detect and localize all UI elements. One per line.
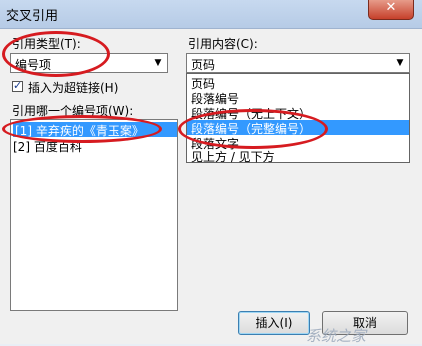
chevron-down-icon: ▼ [396,58,404,68]
checkmark-icon: ✓ [13,79,23,92]
title-bar: 交叉引用 ✕ [0,0,422,29]
close-icon: ✕ [385,0,397,15]
annotation-oval-option [178,109,328,149]
ref-content-combo[interactable]: 页码 ▼ [186,53,410,73]
dropdown-option[interactable]: 段落编号 [187,90,409,106]
chevron-down-icon: ▼ [154,58,162,68]
insert-hyperlink-checkbox[interactable]: ✓ [12,79,23,92]
dialog-body: 引用类型(T): 编号项 ▼ ✓ 插入为超链接(H) 引用哪一个编号项(W): … [0,29,422,345]
close-button[interactable]: ✕ [368,0,414,20]
ref-content-value: 页码 [191,58,216,72]
watermark-logo: 系统之家 [306,327,367,345]
dropdown-option[interactable]: 见上方 / 见下方 [187,148,409,164]
window-title: 交叉引用 [6,9,59,24]
annotation-oval-list-item [2,115,162,143]
numbered-items-list[interactable]: [1] 辛弃疾的《青玉案》 [2] 百度百科 [10,119,178,311]
ref-content-label: 引用内容(C): [188,37,258,51]
annotation-oval-ref-type [2,31,110,77]
insert-button[interactable]: 插入(I) [238,311,310,335]
dropdown-option[interactable]: 页码 [187,75,409,91]
insert-hyperlink-label[interactable]: 插入为超链接(H) [28,79,118,96]
